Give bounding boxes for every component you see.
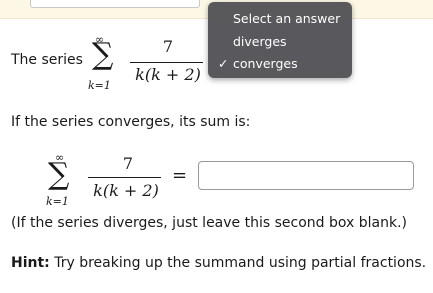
diverges-note: (If the series diverges, just leave this… bbox=[11, 215, 407, 231]
series-label: The series bbox=[11, 52, 83, 68]
hint-text: Hint: Try breaking up the summand using … bbox=[11, 255, 426, 271]
previous-answer-box bbox=[30, 0, 200, 8]
sum-lower-limit: k=1 bbox=[46, 195, 69, 208]
sum-upper-limit: ∞ bbox=[55, 151, 65, 164]
sum-lower-limit: k=1 bbox=[88, 79, 111, 92]
fraction-bar bbox=[130, 62, 203, 63]
sum-question-prompt: If the series converges, its sum is: bbox=[11, 114, 251, 130]
dropdown-option-diverges[interactable]: diverges bbox=[208, 32, 352, 52]
dropdown-option-placeholder[interactable]: Select an answer bbox=[208, 9, 352, 29]
fraction-denominator: k(k + 2) bbox=[93, 181, 159, 200]
equals-sign: = bbox=[172, 165, 188, 186]
sum-upper-limit: ∞ bbox=[95, 33, 105, 46]
fraction-numerator: 7 bbox=[162, 37, 174, 56]
sum-answer-input[interactable] bbox=[198, 161, 414, 190]
hint-body: Try breaking up the summand using partia… bbox=[49, 255, 427, 271]
convergence-dropdown-menu[interactable]: Select an answer diverges ✓ converges bbox=[208, 2, 352, 78]
summation-symbol: ∑ bbox=[48, 157, 70, 192]
checkmark-icon: ✓ bbox=[218, 56, 229, 71]
fraction-denominator: k(k + 2) bbox=[135, 65, 201, 84]
dropdown-option-converges[interactable]: ✓ converges bbox=[208, 54, 352, 74]
fraction-bar bbox=[88, 177, 161, 178]
fraction-numerator: 7 bbox=[122, 154, 134, 173]
hint-label: Hint: bbox=[11, 255, 50, 271]
